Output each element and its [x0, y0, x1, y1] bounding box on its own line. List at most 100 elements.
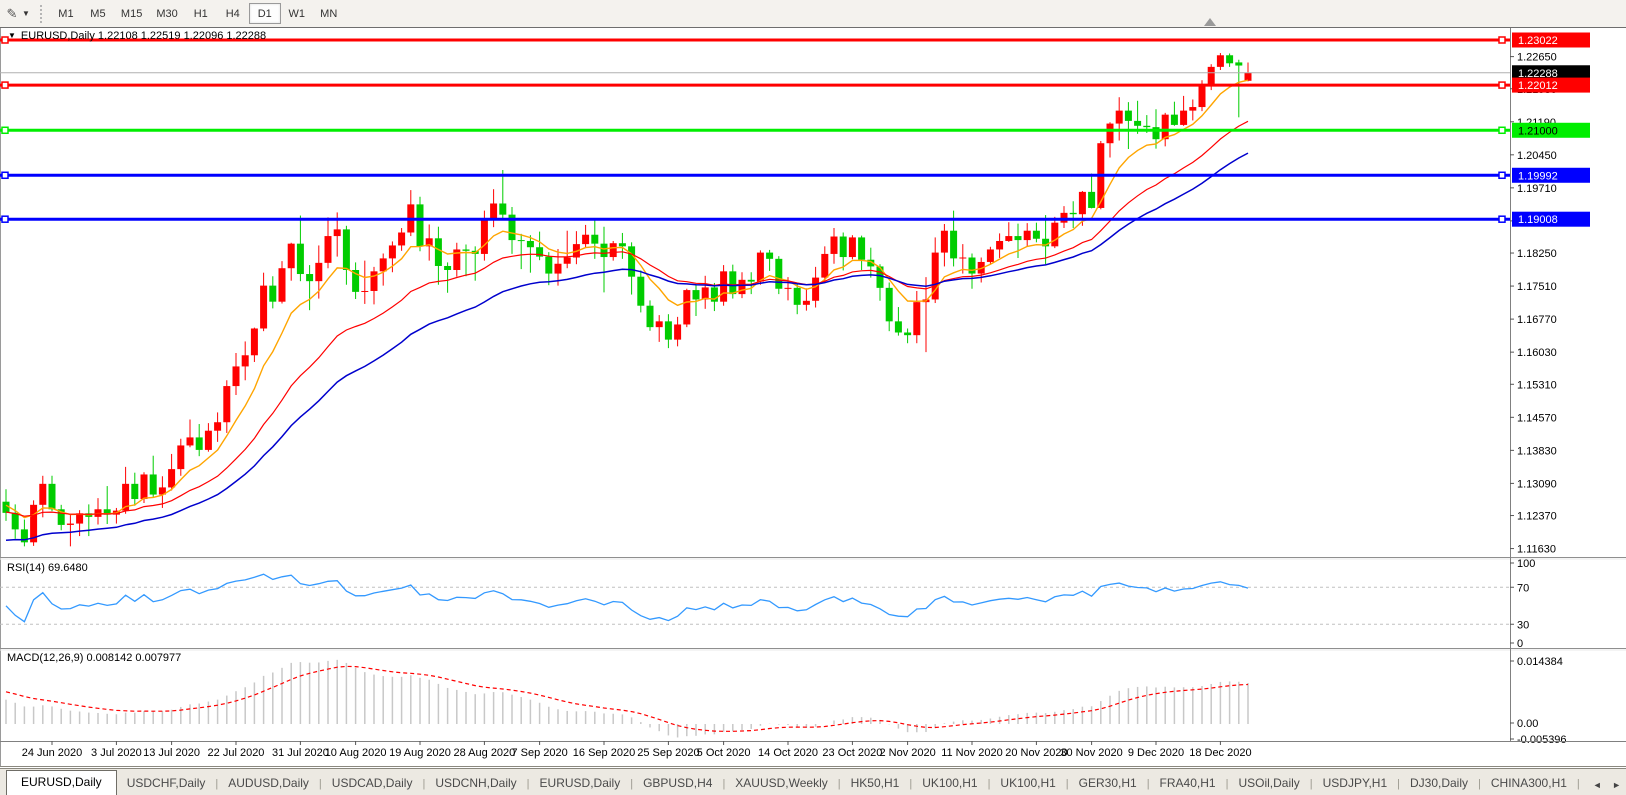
date-tick-label: 25 Sep 2020 [637, 747, 699, 759]
hline-handle[interactable] [1499, 127, 1505, 133]
candle-body [950, 231, 957, 259]
date-tick-label: 28 Aug 2020 [454, 747, 516, 759]
candle-body [177, 445, 184, 469]
hline-handle[interactable] [2, 127, 8, 133]
candle-body [895, 321, 902, 332]
candle-body [775, 259, 782, 289]
candle-body [913, 302, 920, 335]
tab-usdchf-daily[interactable]: USDCHF,Daily [117, 772, 216, 795]
date-tick-label: 16 Sep 2020 [573, 747, 635, 759]
tab-hk50-h1[interactable]: HK50,H1 [841, 772, 910, 795]
hline-handle[interactable] [2, 216, 8, 222]
date-tick-label: 7 Sep 2020 [511, 747, 567, 759]
price-tick-label: 1.15310 [1517, 379, 1557, 391]
hline-handle[interactable] [1499, 82, 1505, 88]
candle-body [628, 246, 635, 276]
candle-body [315, 263, 322, 281]
candle-body [987, 249, 994, 262]
moving-average-slow [6, 153, 1248, 540]
candle-body [141, 474, 148, 499]
candle-body [582, 235, 589, 244]
candle-body [665, 321, 672, 339]
tab-usoil-daily[interactable]: USOil,Daily [1228, 772, 1309, 795]
candle-body [812, 278, 819, 301]
hline-handle[interactable] [2, 82, 8, 88]
candle-body [1051, 223, 1058, 247]
candle-body [729, 271, 736, 294]
candle-body [1180, 111, 1187, 125]
date-tick-label: 9 Dec 2020 [1128, 747, 1184, 759]
tab-gbpusd-h4[interactable]: GBPUSD,H4 [633, 772, 722, 795]
candle-body [1162, 115, 1169, 140]
candle-body [1116, 111, 1123, 124]
tab-ger30-h1[interactable]: GER30,H1 [1069, 772, 1147, 795]
candle-body [260, 286, 267, 329]
moving-average-medium [6, 121, 1248, 516]
tab-uk100-h1[interactable]: UK100,H1 [990, 772, 1065, 795]
macd-indicator-label: MACD(12,26,9) 0.008142 0.007977 [7, 652, 181, 664]
date-tick-label: 20 Nov 2020 [1005, 747, 1067, 759]
hline-handle[interactable] [1499, 37, 1505, 43]
candle-body [168, 469, 175, 487]
rsi-tick-label: 0 [1517, 638, 1523, 650]
candle-body [886, 288, 893, 321]
tab-xauusd-weekly[interactable]: XAUUSD,Weekly [725, 772, 837, 795]
tab-uk100-h1[interactable]: UK100,H1 [912, 772, 987, 795]
candle-body [343, 229, 350, 270]
candle-body [297, 244, 304, 274]
hline-handle[interactable] [2, 172, 8, 178]
rsi-indicator-label: RSI(14) 69.6480 [7, 562, 88, 574]
candle-body [969, 258, 976, 274]
chart-plot-area[interactable]: 1.226501.219301.211901.204501.197101.189… [0, 0, 1626, 768]
chart-shift-marker-icon[interactable] [1204, 18, 1216, 26]
tab-usdcnh-daily[interactable]: USDCNH,Daily [425, 772, 526, 795]
tab-audusd-daily[interactable]: AUDUSD,Daily [218, 772, 319, 795]
candle-body [858, 237, 865, 259]
candle-body [242, 355, 249, 366]
tab-usdcad-daily[interactable]: USDCAD,Daily [322, 772, 423, 795]
candle-body [996, 241, 1003, 249]
hline-price-badge-label: 1.21000 [1518, 125, 1558, 137]
hline-handle[interactable] [1499, 172, 1505, 178]
candle-body [371, 271, 378, 291]
hline-price-badge-label: 1.19992 [1518, 170, 1558, 182]
date-tick-label: 23 Oct 2020 [822, 747, 882, 759]
tab-dj30-daily[interactable]: DJ30,Daily [1400, 772, 1478, 795]
candle-body [1208, 67, 1215, 86]
candle-body [803, 301, 810, 305]
candle-body [674, 324, 681, 339]
candle-body [739, 280, 746, 294]
candle-body [656, 321, 663, 327]
hline-handle[interactable] [1499, 216, 1505, 222]
tab-scroll-right-icon[interactable]: ► [1612, 780, 1621, 790]
candle-body [288, 244, 295, 269]
tab-eurusd-daily[interactable]: EURUSD,Daily [530, 772, 631, 795]
tab-scroll-left-icon[interactable]: ◄ [1593, 780, 1602, 790]
date-tick-label: 13 Jul 2020 [143, 747, 200, 759]
candle-body [1015, 236, 1022, 240]
candle-body [417, 204, 424, 246]
candle-body [499, 203, 506, 214]
candle-body [389, 245, 396, 258]
candle-body [398, 233, 405, 246]
candle-body [187, 437, 194, 445]
tab-usdjpy-h1[interactable]: USDJPY,H1 [1313, 772, 1397, 795]
date-tick-label: 24 Jun 2020 [22, 747, 83, 759]
symbol-dropdown-icon[interactable]: ▼ [8, 31, 16, 40]
candle-body [545, 257, 552, 274]
tab-china300-h1[interactable]: CHINA300,H1 [1481, 772, 1577, 795]
candle-body [1171, 115, 1178, 125]
candle-body [619, 243, 626, 246]
candle-body [527, 241, 534, 247]
candle-body [637, 277, 644, 306]
symbol-tab-bar: EURUSD,DailyUSDCHF,Daily|AUDUSD,Daily|US… [0, 768, 1626, 795]
date-tick-label: 22 Jul 2020 [208, 747, 265, 759]
macd-tick-label: 0.00 [1517, 718, 1538, 730]
candle-body [766, 253, 773, 259]
candle-body [67, 524, 74, 525]
rsi-line [6, 574, 1248, 622]
candle-body [831, 237, 838, 254]
candle-body [1070, 213, 1077, 214]
tab-fra40-h1[interactable]: FRA40,H1 [1150, 772, 1226, 795]
tab-eurusd-daily[interactable]: EURUSD,Daily [6, 770, 117, 795]
